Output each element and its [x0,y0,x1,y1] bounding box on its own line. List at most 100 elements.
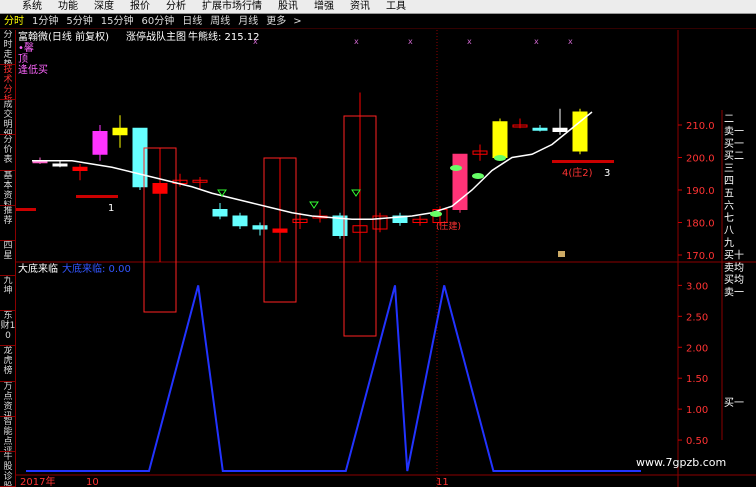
orderbook-label-4: 三 [724,164,734,175]
orderbook-bottom-label: 买一 [724,397,744,409]
candle-body-10 [232,215,248,227]
price-label-3: 180.0 [686,219,715,230]
small-icon-marker [558,251,565,257]
sub-label-3: 1.50 [686,374,708,385]
signal-arrow-3 [351,189,361,197]
sub-label-2: 2.00 [686,343,708,354]
sub-indicator-title: 大底来临 [18,262,58,275]
candle-body-26 [552,127,568,132]
sub-indicator-layer [26,285,641,472]
legend-label-1: •馨 [18,41,34,54]
top-marker-1: x [253,37,258,46]
legend-label-2: 顶 [18,53,28,65]
sidebar-tab-4[interactable]: 基本资料 [0,171,16,206]
top-marker-3: x [408,37,413,46]
period-tab-7[interactable]: 月线 [234,15,262,29]
orderbook-label-2: 买一 [724,138,744,150]
menu-item-2[interactable]: 深度 [88,0,124,14]
orderbook-label-10: 九 [724,237,734,249]
marker-bar-left [16,208,36,211]
top-marker-5: x [534,37,539,46]
candle-body-11 [252,225,268,230]
time-label-1: 10 [86,477,99,487]
menu-item-7[interactable]: 增强 [308,0,344,14]
menu-item-3[interactable]: 报价 [124,0,160,14]
menu-item-8[interactable]: 资讯 [344,0,380,14]
sidebar-tab-3[interactable]: 分价表 [0,135,16,171]
orderbook-label-3: 买二 [724,150,744,162]
candle-body-2 [72,166,88,171]
sub-label-4: 1.00 [686,405,708,416]
menu-item-9[interactable]: 工具 [380,0,416,14]
top-marker-4: x [467,37,472,46]
sub-label-0: 3.00 [686,281,708,292]
candle-body-3 [92,131,108,155]
menu-item-1[interactable]: 功能 [52,0,88,14]
time-label-0: 2017年 [20,475,55,487]
annotation-4: 4(庄2) [562,166,593,179]
menu-item-5[interactable]: 扩展市场行情 [196,0,272,14]
orderbook-label-14: 卖一 [724,287,744,299]
orderbook-label-0: 二 [724,114,734,125]
orderbook-label-1: 卖一 [724,125,744,137]
sidebar-tab-0[interactable]: 分时走势 [0,30,16,66]
candle-body-9 [212,209,228,217]
watermark: www.7gpzb.com [636,456,726,469]
menu-item-6[interactable]: 股讯 [272,0,308,14]
period-tab-8[interactable]: 更多 [262,15,290,29]
sidebar-tab-12[interactable]: 牛股诊股 [0,452,16,487]
menu-item-4[interactable]: 分析 [160,0,196,14]
sub-label-5: 0.50 [686,436,708,447]
sidebar-tab-11[interactable]: 智能点评 [0,417,16,452]
price-label-1: 200.0 [686,154,715,165]
marker-bar-1 [76,195,118,198]
sub-indicator-line [26,285,641,472]
sidebar-tab-1[interactable]: 技术分析 [0,65,16,101]
top-marker-6: x [568,37,573,46]
price-label-0: 210.0 [686,121,715,132]
period-tab-5[interactable]: 日线 [178,15,206,29]
legend-label-3: 逢低买 [18,63,48,76]
menu-bar: 系统 功能 深度 报价 分析 扩展市场行情 股讯 增强 资讯 工具 [0,0,756,14]
period-tab-1[interactable]: 1分钟 [28,15,62,29]
left-sidebar: 分时走势 技术分析 成交明细 分价表 基本资料 推荐 四星 九坤 东财10 龙虎榜 万点资讯 智能点评… [0,30,16,487]
indicator-name: 涨停战队主图 [126,30,186,43]
gem-marker-3 [494,155,506,161]
top-marker-2: x [354,37,359,46]
time-label-2: 11 [436,477,449,487]
price-label-2: 190.0 [686,186,715,197]
orderbook-label-12: 卖均 [724,262,744,274]
sidebar-tab-7[interactable]: 九坤 [0,276,16,312]
sub-label-1: 2.50 [686,312,708,323]
sidebar-tab-5[interactable]: 推荐 [0,206,16,241]
period-tab-2[interactable]: 5分钟 [62,15,96,29]
orderbook-label-6: 五 [724,188,734,199]
kline-chart[interactable]: 210.0 200.0 190.0 180.0 170.0 3.00 2.50 2.00 1.5… [16,30,756,487]
sidebar-tab-8[interactable]: 东财10 [0,311,16,347]
orderbook-label-7: 六 [724,200,734,212]
sidebar-tab-6[interactable]: 四星 [0,241,16,277]
candles-layer [32,92,588,337]
bull-line-label: 牛熊线: 215.12 [188,30,260,43]
price-label-4: 170.0 [686,251,715,262]
period-tab-4[interactable]: 60分钟 [137,15,178,29]
gem-marker-4 [430,211,442,217]
sidebar-tab-10[interactable]: 万点资讯 [0,382,16,417]
candle-body-4 [112,127,128,136]
axis-layer: 210.0 200.0 190.0 180.0 170.0 3.00 2.50 2.00 1.5… [20,114,744,487]
period-tab-3[interactable]: 15分钟 [97,15,138,29]
period-tab-0[interactable]: 分时 [0,15,28,29]
orderbook-label-11: 买十 [724,248,744,261]
annotation-3: 3 [604,168,610,179]
more-arrow-icon[interactable]: > [290,16,304,27]
sidebar-tab-2[interactable]: 成交明细 [0,100,16,136]
candle-body-1 [52,163,68,167]
gem-marker-2 [472,173,484,179]
menu-item-0[interactable]: 系统 [0,0,52,14]
period-tab-6[interactable]: 周线 [206,15,234,29]
gem-marker-1 [450,165,462,171]
sidebar-tab-9[interactable]: 龙虎榜 [0,346,16,382]
candle-body-23 [492,121,508,158]
orderbook-label-5: 四 [724,176,734,187]
annotation-1: 1 [108,203,114,214]
